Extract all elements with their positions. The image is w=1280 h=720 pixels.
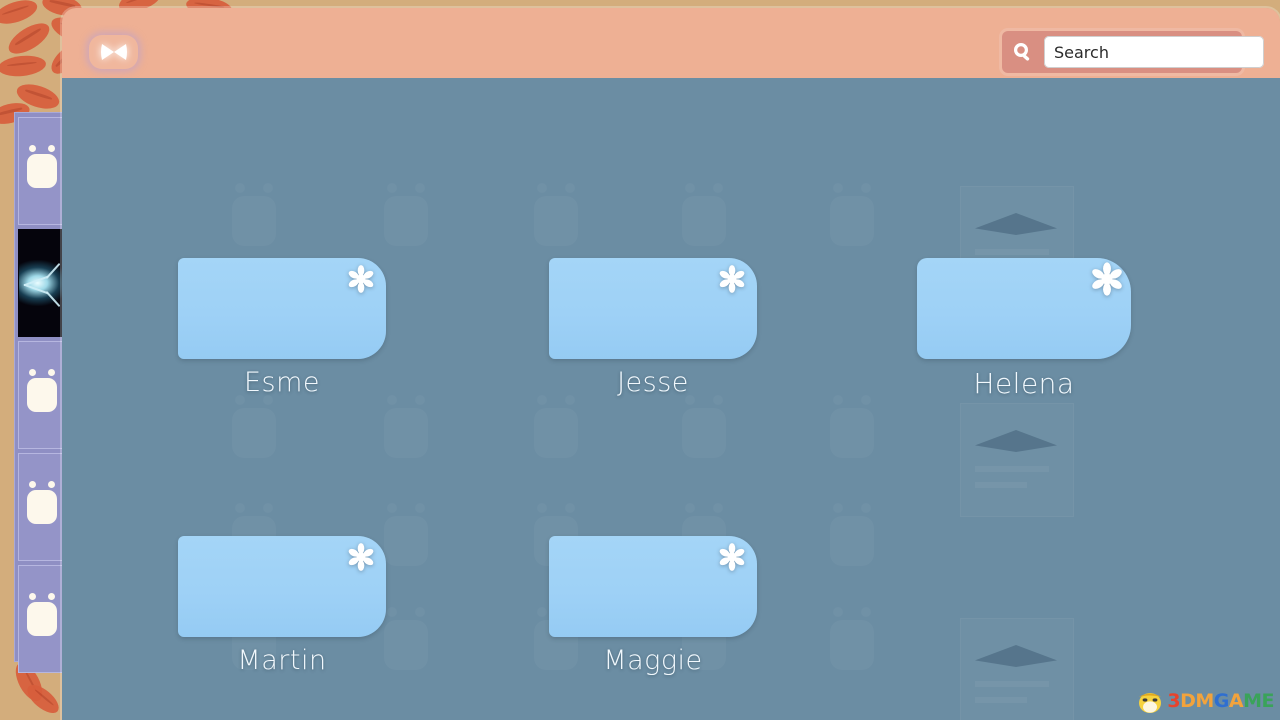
character-card-martin[interactable]: [178, 536, 386, 637]
character-name: Helena: [917, 367, 1131, 400]
character-card-esme[interactable]: [178, 258, 386, 359]
sidebar-item-2[interactable]: [18, 229, 66, 337]
character-grid: Esme J: [62, 78, 1280, 720]
character-cell: Jesse: [549, 258, 757, 398]
close-x-icon: [99, 42, 129, 62]
character-cell: Maggie: [549, 536, 757, 676]
search-input[interactable]: [1044, 36, 1264, 68]
character-cell: Helena: [917, 258, 1131, 400]
character-cell: Martin: [178, 536, 386, 676]
search-magnifier-icon[interactable]: [1002, 31, 1044, 73]
flower-asterisk-icon: [717, 264, 747, 294]
character-name: Martin: [178, 645, 386, 676]
flower-asterisk-icon: [1089, 261, 1125, 297]
sidebar-item-4[interactable]: [18, 453, 66, 561]
flower-asterisk-icon: [346, 542, 376, 572]
3dmgame-mascot-icon: [1135, 688, 1165, 714]
flower-asterisk-icon: [346, 264, 376, 294]
character-name: Maggie: [549, 645, 757, 676]
character-name: Jesse: [549, 367, 757, 398]
search-bar: [1002, 31, 1242, 73]
character-card-helena[interactable]: [917, 258, 1131, 359]
sidebar-item-5[interactable]: [18, 565, 66, 673]
character-card-jesse[interactable]: [549, 258, 757, 359]
watermark: 3DMGAME: [1135, 688, 1274, 714]
sidebar-item-3[interactable]: [18, 341, 66, 449]
flower-asterisk-icon: [717, 542, 747, 572]
close-button[interactable]: [89, 35, 138, 69]
character-card-maggie[interactable]: [549, 536, 757, 637]
sidebar-item-1[interactable]: [18, 117, 66, 225]
window-content: Esme J: [62, 78, 1280, 720]
watermark-text: 3DMGAME: [1167, 692, 1274, 711]
character-select-window: Esme J: [62, 8, 1280, 720]
character-name: Esme: [178, 367, 386, 398]
window-titlebar: [62, 8, 1280, 78]
character-cell: Esme: [178, 258, 386, 398]
